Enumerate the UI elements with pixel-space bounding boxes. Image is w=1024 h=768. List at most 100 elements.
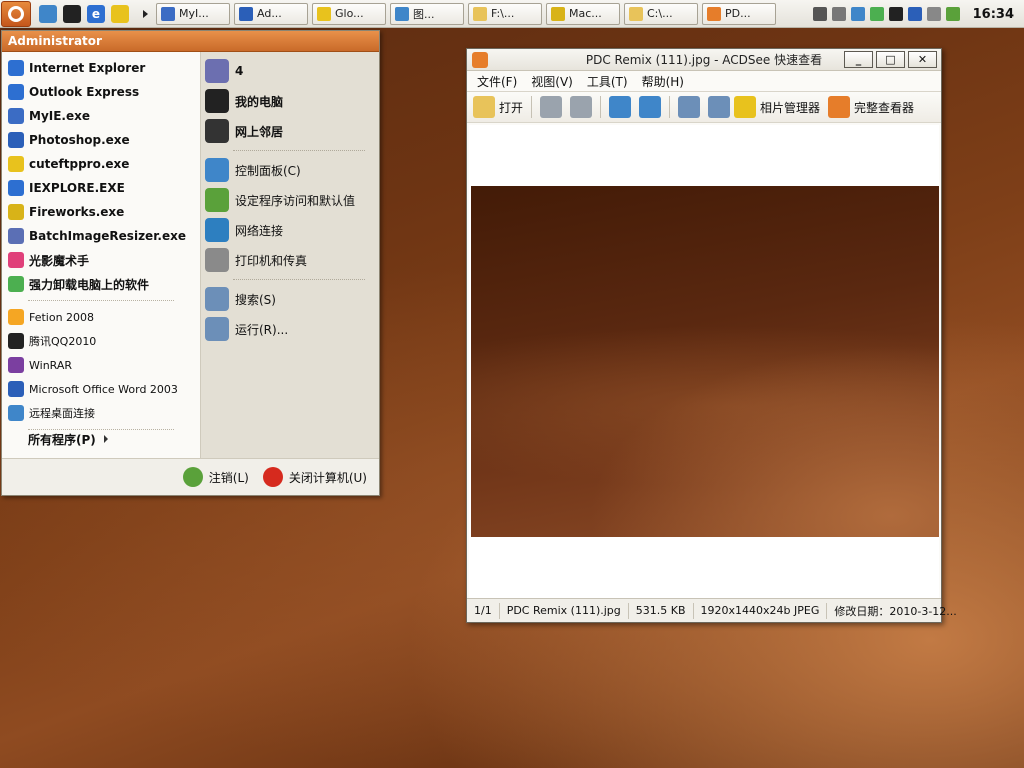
start-menu-place[interactable]: 运行(R)... [201, 314, 379, 344]
start-menu-item[interactable]: IEXPLORE.EXE [2, 176, 200, 200]
start-menu-place[interactable]: 我的电脑 [201, 86, 379, 116]
keyboard-icon[interactable] [812, 7, 827, 21]
next-image-button[interactable] [570, 96, 593, 118]
task-icon [161, 6, 175, 21]
start-menu-item-label: WinRAR [29, 358, 73, 372]
start-menu-place[interactable]: 打印机和传真 [201, 245, 379, 275]
printer-icon [205, 248, 229, 272]
menu-view[interactable]: 视图(V) [531, 73, 573, 90]
taskbar-button[interactable]: C:\... [624, 2, 698, 25]
photoshop-icon [8, 132, 24, 148]
rotate-right-button[interactable] [639, 96, 662, 118]
internet-explorer-icon[interactable]: e [87, 4, 105, 23]
system-tray: 16:34 [812, 2, 1024, 26]
cuteftp-icon [8, 156, 24, 172]
task-icon [629, 6, 643, 21]
start-menu-item[interactable]: Fetion 2008 [2, 305, 200, 329]
start-menu-item-label: Internet Explorer [29, 61, 146, 75]
antivirus-icon[interactable] [945, 7, 960, 21]
taskbar-button[interactable]: 图... [390, 2, 464, 25]
terminal-icon[interactable] [63, 4, 81, 23]
volume-icon[interactable] [926, 7, 941, 21]
status-filesize: 531.5 KB [629, 602, 694, 619]
start-menu-item[interactable]: cuteftppro.exe [2, 152, 200, 176]
qq-icon [8, 333, 24, 349]
zoom-in-button[interactable] [678, 96, 701, 118]
start-menu-footer: 注销(L) 关闭计算机(U) [2, 458, 379, 495]
network-icon[interactable] [850, 7, 865, 21]
start-menu-item[interactable]: 腾讯QQ2010 [2, 329, 200, 353]
start-menu-place-label: 网上邻居 [235, 124, 284, 139]
start-menu-item[interactable]: Microsoft Office Word 2003 [2, 377, 200, 401]
maximize-button[interactable]: □ [876, 51, 905, 68]
messenger-icon[interactable] [111, 4, 129, 23]
security-shield-icon[interactable] [907, 7, 922, 21]
start-button[interactable] [1, 0, 31, 27]
all-programs-button[interactable]: 所有程序(P) [2, 427, 108, 451]
remote-desktop-icon [8, 405, 24, 421]
start-menu-item[interactable]: BatchImageResizer.exe [2, 224, 200, 248]
separator [233, 279, 365, 280]
menu-file[interactable]: 文件(F) [477, 73, 517, 90]
network-places-icon [205, 119, 229, 143]
start-menu-place[interactable]: 搜索(S) [201, 284, 379, 314]
nikon-icon [8, 252, 24, 268]
full-viewer-button[interactable]: 完整查看器 [828, 96, 914, 118]
taskbar-button[interactable]: MyI... [156, 2, 230, 25]
menu-tools[interactable]: 工具(T) [587, 73, 628, 90]
input-method-icon[interactable] [831, 7, 846, 21]
rotate-left-button[interactable] [609, 96, 632, 118]
start-menu-place[interactable]: 网上邻居 [201, 116, 379, 146]
close-button[interactable]: ✕ [908, 51, 937, 68]
taskbar-button[interactable]: Mac... [546, 2, 620, 25]
start-menu-item[interactable]: 光影魔术手 [2, 248, 200, 272]
minimize-button[interactable]: _ [844, 51, 873, 68]
start-menu-item-label: 光影魔术手 [29, 253, 90, 268]
zoom-in-icon [678, 96, 701, 118]
open-button[interactable]: 打开 [473, 96, 523, 118]
start-menu-item-label: 强力卸载电脑上的软件 [29, 277, 150, 292]
menu-bar: 文件(F) 视图(V) 工具(T) 帮助(H) [467, 71, 941, 91]
rotate-left-icon [609, 96, 632, 118]
task-icon [317, 6, 331, 21]
start-menu-item[interactable]: Outlook Express [2, 80, 200, 104]
start-menu-place-label: 设定程序访问和默认值 [235, 193, 356, 208]
separator [600, 96, 602, 118]
start-menu-place-label: 打印机和传真 [235, 253, 308, 268]
qq-tray-icon[interactable] [888, 7, 903, 21]
taskbar-button[interactable]: Ad... [234, 2, 308, 25]
taskbar-button[interactable]: Glo... [312, 2, 386, 25]
start-menu-item-label: 腾讯QQ2010 [29, 335, 97, 348]
start-menu-item[interactable]: WinRAR [2, 353, 200, 377]
start-menu-item[interactable]: 强力卸载电脑上的软件 [2, 272, 200, 296]
start-menu-item[interactable]: Fireworks.exe [2, 200, 200, 224]
photo-manager-button[interactable]: 相片管理器 [708, 96, 820, 118]
start-menu-item-label: Microsoft Office Word 2003 [29, 382, 178, 396]
start-menu-place-label: 控制面板(C) [235, 163, 301, 178]
start-menu-place-label: 运行(R)... [235, 322, 289, 337]
start-menu-place[interactable]: 控制面板(C) [201, 155, 379, 185]
start-menu-place[interactable]: 设定程序访问和默认值 [201, 185, 379, 215]
window-titlebar[interactable]: PDC Remix (111).jpg - ACDSee 快速查看 _ □ ✕ [467, 49, 941, 71]
start-menu-item[interactable]: Internet Explorer [2, 56, 200, 80]
task-icon [395, 6, 409, 21]
taskbar-button[interactable]: PD... [702, 2, 776, 25]
taskbar-button[interactable]: F:\... [468, 2, 542, 25]
start-menu-item[interactable]: MyIE.exe [2, 104, 200, 128]
show-desktop-icon[interactable] [39, 4, 57, 23]
logoff-button[interactable]: 注销(L) [182, 467, 249, 487]
fetion-tray-icon[interactable] [869, 7, 884, 21]
clock[interactable]: 16:34 [973, 7, 1014, 22]
start-menu-item[interactable]: Photoshop.exe [2, 128, 200, 152]
image-canvas[interactable] [469, 125, 939, 599]
start-menu-place[interactable]: 4 [201, 56, 379, 86]
previous-image-button[interactable] [540, 96, 563, 118]
start-menu-item-label: Photoshop.exe [29, 133, 130, 147]
shutdown-button[interactable]: 关闭计算机(U) [262, 467, 367, 487]
status-index: 1/1 [467, 602, 500, 619]
start-menu-place[interactable]: 网络连接 [201, 215, 379, 245]
menu-help[interactable]: 帮助(H) [642, 73, 684, 90]
start-menu-item-label: MyIE.exe [29, 109, 91, 123]
quick-launch-expand-icon[interactable] [143, 9, 148, 18]
start-menu-item[interactable]: 远程桌面连接 [2, 401, 200, 425]
